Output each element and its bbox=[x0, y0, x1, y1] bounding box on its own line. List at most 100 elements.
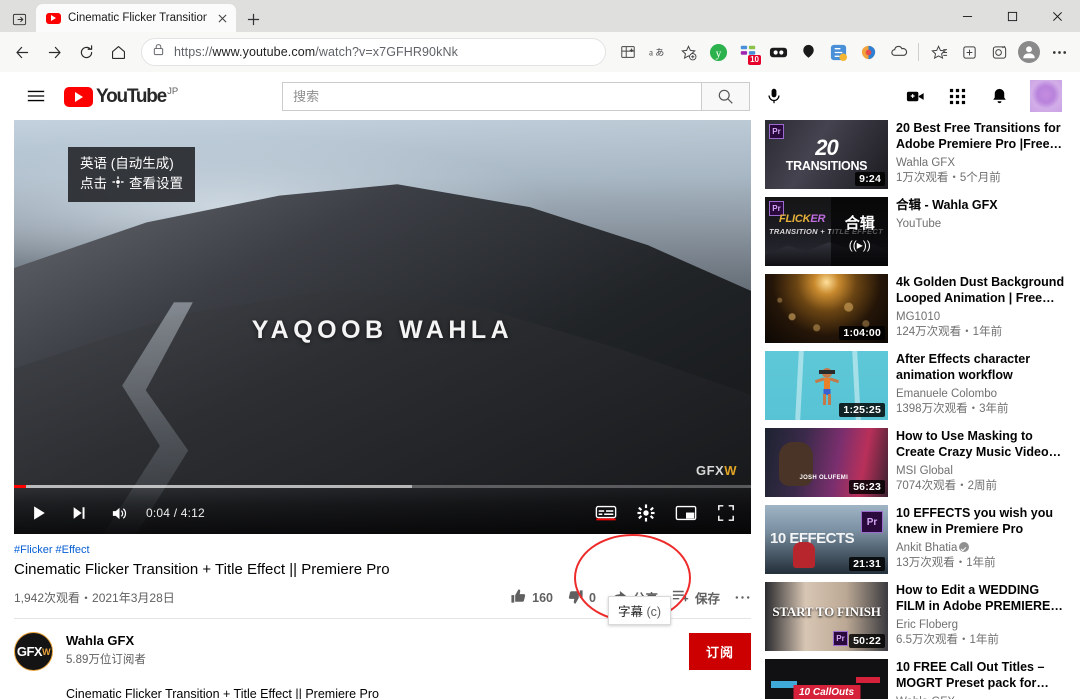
search-area bbox=[178, 78, 896, 114]
channel-name[interactable]: Wahla GFX bbox=[66, 632, 689, 649]
close-window-button[interactable] bbox=[1035, 0, 1080, 32]
extension-green-icon[interactable]: y bbox=[704, 38, 732, 66]
video-thumbnail[interactable]: START TO FINISH Pr 50:22 bbox=[765, 582, 888, 651]
progress-played bbox=[14, 485, 26, 488]
volume-button[interactable] bbox=[100, 494, 138, 532]
fullscreen-button[interactable] bbox=[707, 494, 745, 532]
collections-panel-icon[interactable] bbox=[955, 38, 983, 66]
extension-blue-icon[interactable] bbox=[824, 38, 852, 66]
description-line-1: Cinematic Flicker Transition + Title Eff… bbox=[66, 687, 379, 699]
back-button[interactable] bbox=[7, 37, 37, 67]
maximize-button[interactable] bbox=[990, 0, 1035, 32]
playlist-icon: ((▸)) bbox=[848, 237, 871, 252]
video-title: After Effects character animation workfl… bbox=[896, 352, 1031, 382]
video-title: 10 FREE Call Out Titles – MOGRT Preset p… bbox=[896, 660, 1045, 690]
browser-tab-active[interactable]: Cinematic Flicker Transition + Tit bbox=[36, 4, 236, 32]
browser-more-button[interactable] bbox=[1045, 38, 1073, 66]
video-title: 10 EFFECTS you wish you knew in Premiere… bbox=[896, 506, 1053, 536]
more-actions-button[interactable] bbox=[734, 589, 751, 606]
tab-actions-button[interactable] bbox=[4, 6, 34, 32]
video-player[interactable]: 英语 (自动生成) 点击 查看设置 YAQOOB WAHLA name is e… bbox=[14, 120, 751, 534]
watch-page-columns: 英语 (自动生成) 点击 查看设置 YAQOOB WAHLA name is e… bbox=[0, 120, 1080, 699]
list-item[interactable]: START TO FINISH Pr 50:22 How to Edit a W… bbox=[765, 582, 1066, 651]
video-thumbnail[interactable]: 1:25:25 bbox=[765, 351, 888, 420]
thumbnail-small-text: TRANSITIONS bbox=[785, 158, 868, 173]
like-count: 160 bbox=[532, 590, 554, 605]
favorites-icon[interactable] bbox=[925, 38, 953, 66]
user-avatar[interactable] bbox=[1030, 80, 1062, 112]
subtitles-cc-button[interactable] bbox=[587, 494, 625, 532]
player-controls-left: 0:04 / 4:12 bbox=[20, 492, 205, 534]
extension-tasks-icon[interactable]: 10 bbox=[734, 38, 762, 66]
progress-bar[interactable] bbox=[14, 485, 751, 488]
youtube-logo[interactable]: YouTube JP bbox=[64, 85, 178, 108]
subscriber-count: 5.89万位订阅者 bbox=[66, 654, 146, 666]
extension-dark-icon[interactable] bbox=[764, 38, 792, 66]
list-item[interactable]: Pr 20 TRANSITIONS 9:24 20 Best Free Tran… bbox=[765, 120, 1066, 189]
channel-avatar[interactable]: GFX W bbox=[14, 632, 53, 671]
subscribe-button[interactable]: 订阅 bbox=[688, 633, 751, 670]
video-channel: Emanuele Colombo bbox=[896, 388, 998, 400]
screenshot-icon[interactable] bbox=[985, 38, 1013, 66]
list-item[interactable]: 1:04:00 4k Golden Dust Background Looped… bbox=[765, 274, 1066, 343]
close-icon[interactable] bbox=[214, 10, 230, 26]
video-thumbnail[interactable]: JOSH OLUFEMI 56:23 bbox=[765, 428, 888, 497]
create-video-icon[interactable] bbox=[896, 77, 934, 115]
collections-icon[interactable] bbox=[614, 38, 642, 66]
search-box[interactable] bbox=[282, 81, 703, 111]
extension-balloon-icon[interactable] bbox=[794, 38, 822, 66]
address-bar[interactable]: https://www.youtube.com/watch?v=x7GFHR90… bbox=[141, 38, 606, 66]
add-favorite-icon[interactable] bbox=[674, 38, 702, 66]
premiere-pro-badge: Pr bbox=[833, 631, 848, 646]
video-thumbnail[interactable]: 1:04:00 bbox=[765, 274, 888, 343]
video-info: 4k Golden Dust Background Looped Animati… bbox=[896, 274, 1066, 343]
thumbnail-figure bbox=[793, 542, 815, 568]
forward-button[interactable] bbox=[39, 37, 69, 67]
voice-search-icon[interactable] bbox=[756, 78, 792, 114]
apps-grid-icon[interactable] bbox=[938, 77, 976, 115]
thumbnail-big-text: 20 bbox=[815, 135, 839, 161]
list-item[interactable]: JOSH OLUFEMI 56:23 How to Use Masking to… bbox=[765, 428, 1066, 497]
video-thumbnail[interactable]: 10 CallOuts FREE MOGRT 7:57 bbox=[765, 659, 888, 699]
list-item[interactable]: Pr FLICKER TRANSITION + TITLE EFFECT 合辑 … bbox=[765, 197, 1066, 266]
thumbnail-lane-left bbox=[795, 351, 804, 420]
video-meta: 13万次观看・1年前 bbox=[896, 557, 996, 569]
thumbs-up-icon bbox=[510, 588, 527, 608]
video-info: 10 FREE Call Out Titles – MOGRT Preset p… bbox=[896, 659, 1066, 699]
video-channel: Wahla GFX bbox=[896, 157, 956, 169]
channel-watermark[interactable]: GFXW bbox=[696, 463, 737, 478]
masthead-actions bbox=[896, 77, 1064, 115]
youtube-icon bbox=[45, 10, 61, 26]
save-label: 保存 bbox=[694, 592, 720, 606]
video-thumbnail[interactable]: Pr 20 TRANSITIONS 9:24 bbox=[765, 120, 888, 189]
notifications-bell-icon[interactable] bbox=[980, 77, 1018, 115]
video-thumbnail[interactable]: Pr 10 EFFECTS 21:31 bbox=[765, 505, 888, 574]
new-tab-button[interactable] bbox=[239, 6, 267, 32]
like-button[interactable]: 160 bbox=[510, 588, 553, 608]
search-input[interactable] bbox=[293, 88, 692, 104]
translate-icon[interactable]: aあ bbox=[644, 38, 672, 66]
youtube-play-icon bbox=[64, 86, 93, 107]
hamburger-menu-icon[interactable] bbox=[16, 76, 56, 116]
toolbar-divider bbox=[918, 43, 919, 61]
list-item[interactable]: 10 CallOuts FREE MOGRT 7:57 10 FREE Call… bbox=[765, 659, 1066, 699]
profile-avatar[interactable] bbox=[1015, 38, 1043, 66]
miniplayer-button[interactable] bbox=[667, 494, 705, 532]
play-button[interactable] bbox=[20, 494, 58, 532]
video-meta: 6.5万次观看・1年前 bbox=[896, 634, 999, 646]
list-item[interactable]: Pr 10 EFFECTS 21:31 10 EFFECTS you wish … bbox=[765, 505, 1066, 574]
home-button[interactable] bbox=[103, 37, 133, 67]
search-button[interactable] bbox=[702, 81, 751, 111]
extension-colorful-icon[interactable] bbox=[854, 38, 882, 66]
channel-row: GFX W Wahla GFX 5.89万位订阅者 订阅 bbox=[14, 619, 751, 671]
list-item[interactable]: 1:25:25 After Effects character animatio… bbox=[765, 351, 1066, 420]
settings-gear-button[interactable] bbox=[627, 494, 665, 532]
video-thumbnail[interactable]: Pr FLICKER TRANSITION + TITLE EFFECT 合辑 … bbox=[765, 197, 888, 266]
extension-cloud-icon[interactable] bbox=[884, 38, 912, 66]
minimize-button[interactable] bbox=[945, 0, 990, 32]
video-info: 合辑 - Wahla GFX YouTube bbox=[896, 197, 1066, 266]
video-duration: 1:25:25 bbox=[839, 403, 885, 417]
next-video-button[interactable] bbox=[60, 494, 98, 532]
reload-button[interactable] bbox=[71, 37, 101, 67]
caption-notice-settings: 查看设置 bbox=[129, 176, 183, 191]
